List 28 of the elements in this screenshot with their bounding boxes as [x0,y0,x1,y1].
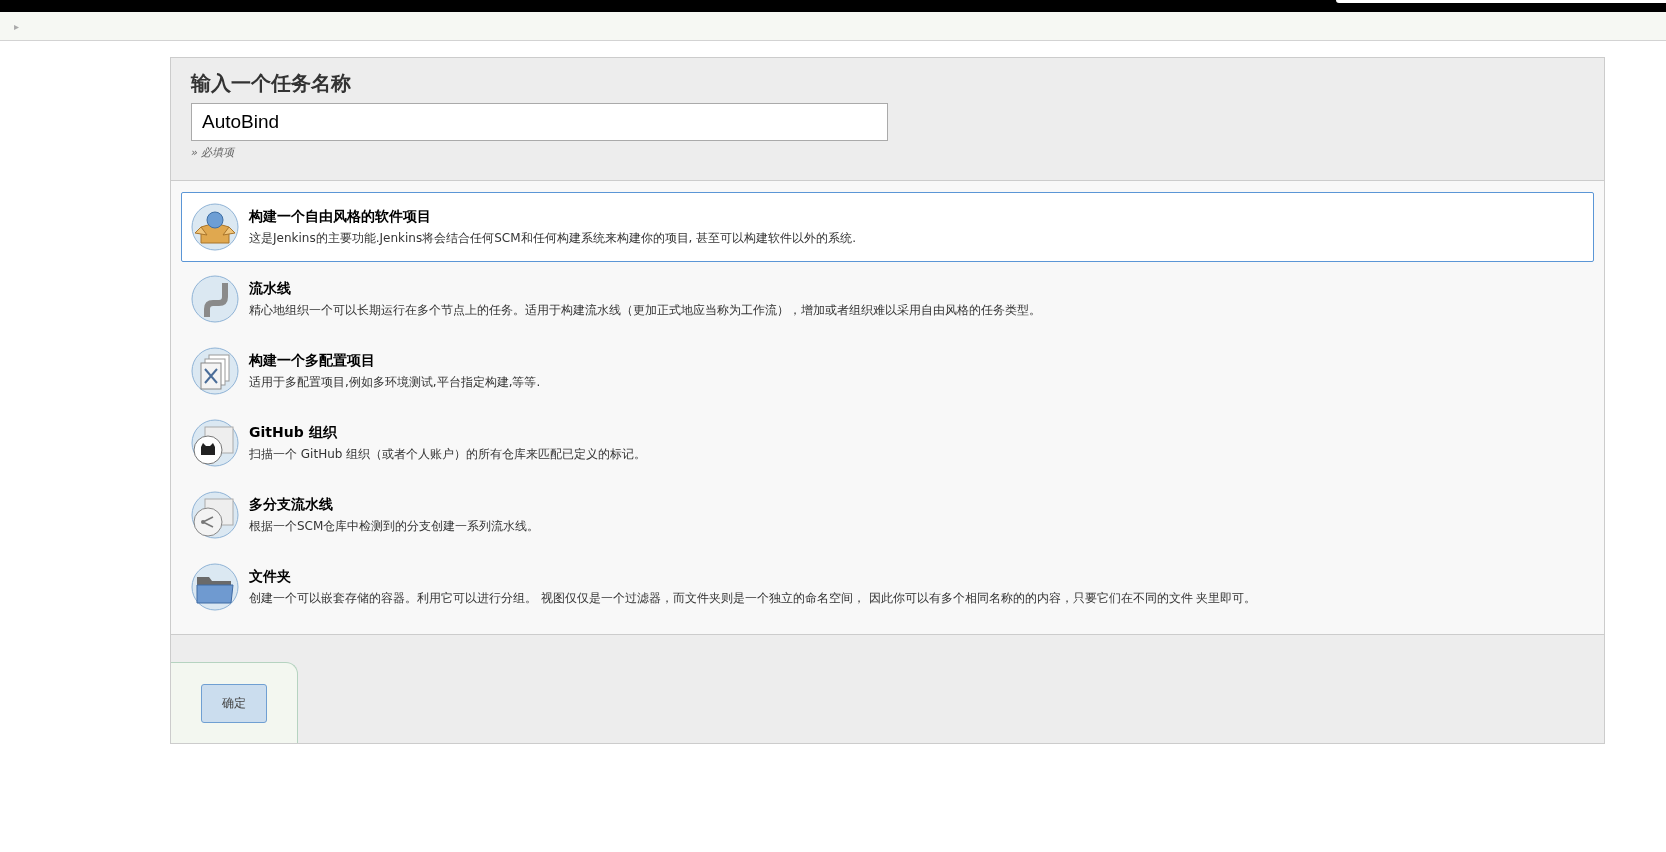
branch-folder-icon [191,491,239,539]
item-name-field[interactable]: AutoBind [191,103,888,141]
item-type-option[interactable]: 文件夹 创建一个可以嵌套存储的容器。利用它可以进行分组。 视图仅仅是一个过滤器，而文件夹则是一个独立的命名空间， 因此你可以有多个相同名称的的内容，只要它们在不同的文件 夹里即可。 [181,552,1594,622]
item-type-title: 构建一个多配置项目 [249,351,376,370]
item-type-title: 文件夹 [249,567,292,586]
box-icon [191,203,239,251]
documents-icon [191,347,239,395]
github-folder-icon [191,419,239,467]
item-type-title: GitHub 组织 [249,423,338,442]
folder-icon [191,563,239,611]
required-hint: » 必填项 [191,145,236,160]
item-type-option[interactable]: 多分支流水线 根据一个SCM仓库中检测到的分支创建一系列流水线。 [181,480,1594,550]
item-type-description: 这是Jenkins的主要功能.Jenkins将会结合任何SCM和任何构建系统来构建你的项目, 甚至可以构建软件以外的系统. [249,229,856,247]
item-type-option[interactable]: 构建一个自由风格的软件项目 这是Jenkins的主要功能.Jenkins将会结合任何SCM和任何构建系统来构建你的项目, 甚至可以构建软件以外的系统. [181,192,1594,262]
item-type-option[interactable]: GitHub 组织 扫描一个 GitHub 组织（或者个人账户）的所有仓库来匹配已定义的标记。 [181,408,1594,478]
item-type-title: 构建一个自由风格的软件项目 [249,207,432,226]
item-type-description: 根据一个SCM仓库中检测到的分支创建一系列流水线。 [249,517,540,535]
pipe-icon [191,275,239,323]
item-type-description: 精心地组织一个可以长期运行在多个节点上的任务。适用于构建流水线（更加正式地应当称为工作流），增加或者组织难以采用自由风格的任务类型。 [249,301,1041,319]
item-type-title: 流水线 [249,279,292,298]
item-type-option[interactable]: 流水线 精心地组织一个可以长期运行在多个节点上的任务。适用于构建流水线（更加正式地应当称为工作流），增加或者组织难以采用自由风格的任务类型。 [181,264,1594,334]
form-title: 输入一个任务名称 [191,70,352,97]
item-type-description: 扫描一个 GitHub 组织（或者个人账户）的所有仓库来匹配已定义的标记。 [249,445,647,463]
item-type-title: 多分支流水线 [249,495,334,514]
item-type-description: 适用于多配置项目,例如多环境测试,平台指定构建,等等. [249,373,541,391]
item-type-description: 创建一个可以嵌套存储的容器。利用它可以进行分组。 视图仅仅是一个过滤器，而文件夹则是一个独立的命名空间， 因此你可以有多个相同名称的的内容，只要它们在不同的文件 夹里即可。 [249,589,1257,607]
ok-button[interactable]: 确定 [201,683,267,723]
item-type-option[interactable]: 构建一个多配置项目 适用于多配置项目,例如多环境测试,平台指定构建,等等. [181,336,1594,406]
